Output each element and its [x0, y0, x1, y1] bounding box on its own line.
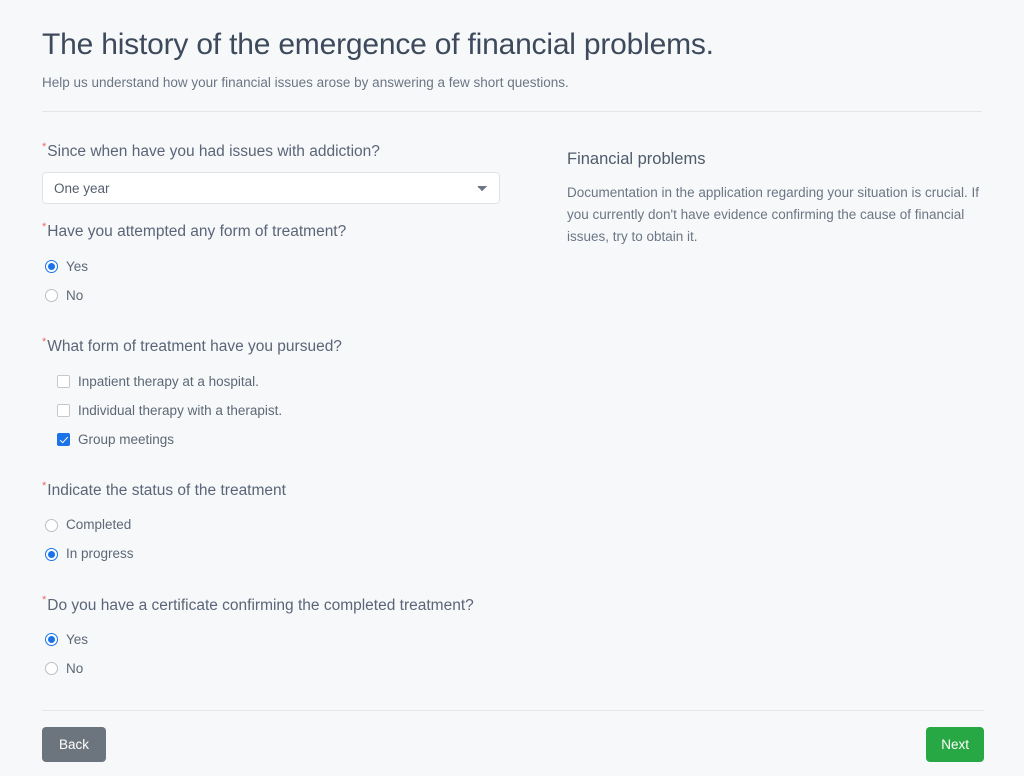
certificate-options: Yes No — [42, 625, 512, 683]
required-asterisk-icon: * — [42, 479, 47, 492]
radio-label: In progress — [66, 546, 134, 562]
checkbox-label: Group meetings — [78, 431, 175, 447]
question-certificate-label: *Do you have a certificate confirming th… — [42, 594, 512, 619]
page-header: The history of the emergence of financia… — [0, 0, 1024, 92]
checkbox-icon-unchecked[interactable] — [57, 374, 70, 388]
radio-label: Yes — [66, 632, 89, 648]
radio-option-no[interactable]: No — [42, 281, 512, 310]
since-when-select[interactable]: One year — [42, 172, 500, 205]
required-asterisk-icon: * — [42, 141, 47, 154]
question-certificate: *Do you have a certificate confirming th… — [42, 594, 512, 684]
radio-label: Yes — [66, 258, 89, 274]
content-area: *Since when have you had issues with add… — [0, 112, 1024, 683]
next-button[interactable]: Next — [926, 727, 984, 762]
radio-option-completed[interactable]: Completed — [42, 511, 512, 540]
question-certificate-text: Do you have a certificate confirming the… — [47, 596, 474, 614]
question-since-when-text: Since when have you had issues with addi… — [47, 143, 380, 161]
radio-icon-unselected[interactable] — [45, 518, 58, 532]
required-asterisk-icon: * — [42, 221, 47, 234]
footer-actions: Back Next — [42, 727, 984, 762]
radio-option-in-progress[interactable]: In progress — [42, 540, 512, 569]
question-attempted-treatment: *Have you attempted any form of treatmen… — [42, 220, 512, 310]
question-treatment-form-text: What form of treatment have you pursued? — [47, 337, 342, 355]
question-attempted-treatment-text: Have you attempted any form of treatment… — [47, 223, 347, 241]
treatment-status-options: Completed In progress — [42, 511, 512, 569]
radio-icon-selected[interactable] — [45, 547, 58, 561]
checkbox-option-inpatient[interactable]: Inpatient therapy at a hospital. — [42, 367, 512, 396]
question-since-when-label: *Since when have you had issues with add… — [42, 140, 512, 165]
question-treatment-status: *Indicate the status of the treatment Co… — [42, 479, 512, 569]
page-subtitle: Help us understand how your financial is… — [42, 74, 569, 90]
required-asterisk-icon: * — [42, 594, 47, 607]
checkbox-label: Individual therapy with a therapist. — [78, 402, 283, 418]
radio-option-yes[interactable]: Yes — [42, 252, 512, 281]
radio-label: No — [66, 287, 84, 303]
checkbox-label: Inpatient therapy at a hospital. — [78, 373, 259, 389]
radio-icon-unselected[interactable] — [45, 288, 58, 302]
radio-option-yes[interactable]: Yes — [42, 625, 512, 654]
treatment-form-options: Inpatient therapy at a hospital. Individ… — [42, 367, 512, 454]
page-title: The history of the emergence of financia… — [42, 28, 714, 61]
radio-label: Completed — [66, 517, 132, 533]
radio-icon-unselected[interactable] — [45, 662, 58, 676]
back-button[interactable]: Back — [42, 727, 107, 762]
question-since-when: *Since when have you had issues with add… — [42, 140, 512, 205]
question-treatment-form-label: *What form of treatment have you pursued… — [42, 335, 512, 360]
form-page: The history of the emergence of financia… — [0, 0, 1024, 776]
radio-option-no[interactable]: No — [42, 654, 512, 683]
footer-divider — [42, 710, 984, 711]
info-panel-body: Documentation in the application regardi… — [567, 184, 979, 244]
form-column: *Since when have you had issues with add… — [42, 140, 512, 683]
required-asterisk-icon: * — [42, 335, 47, 348]
radio-icon-selected[interactable] — [45, 259, 58, 273]
info-panel-title: Financial problems — [567, 150, 706, 169]
question-treatment-status-label: *Indicate the status of the treatment — [42, 479, 512, 504]
checkbox-option-individual[interactable]: Individual therapy with a therapist. — [42, 396, 512, 425]
question-attempted-treatment-label: *Have you attempted any form of treatmen… — [42, 220, 512, 245]
radio-label: No — [66, 661, 84, 677]
info-panel: Financial problems Documentation in the … — [512, 140, 982, 247]
question-treatment-status-text: Indicate the status of the treatment — [47, 481, 286, 499]
question-treatment-form: *What form of treatment have you pursued… — [42, 335, 512, 454]
checkbox-icon-unchecked[interactable] — [57, 403, 70, 417]
attempted-treatment-options: Yes No — [42, 252, 512, 310]
checkbox-icon-checked[interactable] — [57, 432, 70, 446]
radio-icon-selected[interactable] — [45, 633, 58, 647]
checkbox-option-group-meetings[interactable]: Group meetings — [42, 425, 512, 454]
